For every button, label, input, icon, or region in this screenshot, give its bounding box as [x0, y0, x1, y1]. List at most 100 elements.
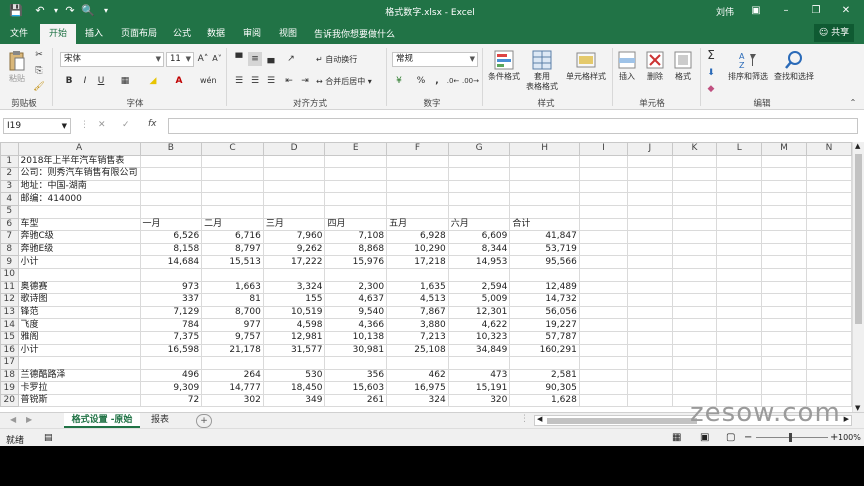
grid-cell[interactable]	[761, 305, 808, 320]
grid-cell[interactable]: 2,300	[324, 280, 388, 295]
grid-cell[interactable]	[761, 154, 808, 169]
normal-view-icon[interactable]: ▦	[672, 432, 681, 443]
grid-cell[interactable]: 4,598	[262, 318, 326, 332]
grid-cell[interactable]	[761, 381, 808, 395]
grid-cell[interactable]	[671, 217, 718, 232]
grid-cell[interactable]	[324, 192, 388, 206]
grid-cell[interactable]	[716, 280, 763, 295]
grid-cell[interactable]	[262, 179, 326, 194]
underline-icon[interactable]: U	[94, 74, 108, 88]
grid-cell[interactable]	[671, 381, 718, 395]
grid-cell[interactable]: 奥德赛	[17, 280, 141, 295]
grid-cell[interactable]	[761, 318, 808, 332]
fx-icon[interactable]: fx	[148, 119, 157, 129]
grid-cell[interactable]	[386, 204, 449, 219]
grid-cell[interactable]	[578, 217, 629, 232]
minimize-icon[interactable]: –	[774, 2, 798, 20]
grid-cell[interactable]: 5,009	[447, 293, 511, 307]
grid-cell[interactable]	[671, 179, 718, 194]
grid-cell[interactable]: 一月	[139, 217, 203, 232]
grid-cell[interactable]	[627, 242, 673, 257]
grid-cell[interactable]: 4,366	[324, 318, 388, 332]
grid-cell[interactable]	[627, 343, 673, 358]
grid-cell[interactable]	[578, 242, 629, 257]
grid-cell[interactable]: 160,291	[509, 343, 580, 358]
grid-cell[interactable]: 21,178	[201, 343, 264, 358]
zoom-level[interactable]: 100%	[838, 433, 861, 442]
row-header[interactable]: 18	[0, 368, 19, 383]
row-header[interactable]: 20	[0, 393, 19, 408]
maximize-icon[interactable]: ❐	[804, 2, 828, 20]
grid-cell[interactable]	[627, 230, 673, 244]
tab-page-layout[interactable]: 页面布局	[114, 26, 164, 44]
sheet-tab-active[interactable]: 格式设置 -原始	[64, 413, 140, 428]
grid-cell[interactable]: 41,847	[509, 230, 580, 244]
grid-cell[interactable]	[671, 154, 718, 169]
grid-cell[interactable]	[671, 167, 718, 181]
font-size-combo[interactable]: 11 ▼	[166, 52, 194, 67]
grid-cell[interactable]	[671, 343, 718, 358]
row-header[interactable]: 11	[0, 280, 19, 295]
grid-cell[interactable]: 7,867	[386, 305, 449, 320]
formula-input[interactable]	[168, 118, 858, 134]
grid-cell[interactable]: 25,108	[386, 343, 449, 358]
orientation-icon[interactable]: ↗	[284, 52, 298, 66]
grid-cell[interactable]: 31,577	[262, 343, 326, 358]
grid-cell[interactable]	[324, 154, 388, 169]
user-name[interactable]: 刘伟	[716, 5, 734, 18]
grid-cell[interactable]: 34,849	[447, 343, 511, 358]
grid-cell[interactable]: 264	[201, 368, 264, 383]
grid-cell[interactable]: 卡罗拉	[17, 381, 141, 395]
grid-cell[interactable]	[671, 267, 718, 282]
grid-cell[interactable]: 7,129	[139, 305, 203, 320]
column-header[interactable]: A	[17, 142, 141, 156]
grid-cell[interactable]: 19,227	[509, 318, 580, 332]
close-icon[interactable]: ✕	[834, 2, 858, 20]
sheet-tab[interactable]: 报表	[142, 413, 178, 428]
grid-cell[interactable]	[447, 154, 511, 169]
number-format-combo[interactable]: 常规 ▼	[392, 52, 478, 67]
copy-icon[interactable]: ⎘	[32, 64, 46, 78]
column-header[interactable]: L	[716, 142, 763, 156]
grid-cell[interactable]	[17, 267, 141, 282]
grid-cell[interactable]	[578, 255, 629, 269]
grid-cell[interactable]	[761, 179, 808, 194]
fill-color-icon[interactable]: ◢	[146, 74, 160, 88]
grid-cell[interactable]	[716, 179, 763, 194]
grid-cell[interactable]	[761, 230, 808, 244]
grid-cell[interactable]	[806, 230, 852, 244]
find-select-button[interactable]: 查找和选择	[772, 50, 816, 82]
grid-cell[interactable]	[447, 204, 511, 219]
grid-cell[interactable]	[201, 167, 264, 181]
grid-cell[interactable]	[139, 167, 203, 181]
phonetic-icon[interactable]: wén	[200, 74, 217, 88]
grid-cell[interactable]	[806, 368, 852, 383]
grid-cell[interactable]	[761, 356, 808, 370]
grid-cell[interactable]: 356	[324, 368, 388, 383]
grid-cell[interactable]	[716, 343, 763, 358]
column-header[interactable]: G	[447, 142, 511, 156]
grid-cell[interactable]	[671, 230, 718, 244]
grid-cell[interactable]	[578, 167, 629, 181]
grid-cell[interactable]: 14,684	[139, 255, 203, 269]
cut-icon[interactable]: ✂	[32, 48, 46, 62]
grid-cell[interactable]	[716, 356, 763, 370]
grid-cell[interactable]	[578, 293, 629, 307]
grid-cell[interactable]: 9,757	[201, 330, 264, 345]
grid-cell[interactable]: 2,594	[447, 280, 511, 295]
grid-cell[interactable]: 8,344	[447, 242, 511, 257]
format-cells-button[interactable]: 格式	[670, 50, 696, 82]
grid-cell[interactable]	[671, 255, 718, 269]
grid-cell[interactable]: 车型	[17, 217, 141, 232]
column-header[interactable]: I	[578, 142, 629, 156]
column-header[interactable]: D	[262, 142, 326, 156]
grid-cell[interactable]	[806, 255, 852, 269]
grid-cell[interactable]	[671, 356, 718, 370]
grid-cell[interactable]: 兰德酷路泽	[17, 368, 141, 383]
grid-cell[interactable]: 12,301	[447, 305, 511, 320]
grid-cell[interactable]	[627, 255, 673, 269]
grid-cell[interactable]	[716, 318, 763, 332]
tab-data[interactable]: 数据	[202, 26, 230, 44]
ribbon-display-icon[interactable]: ▣	[744, 2, 768, 20]
grid-cell[interactable]: 1,628	[509, 393, 580, 408]
